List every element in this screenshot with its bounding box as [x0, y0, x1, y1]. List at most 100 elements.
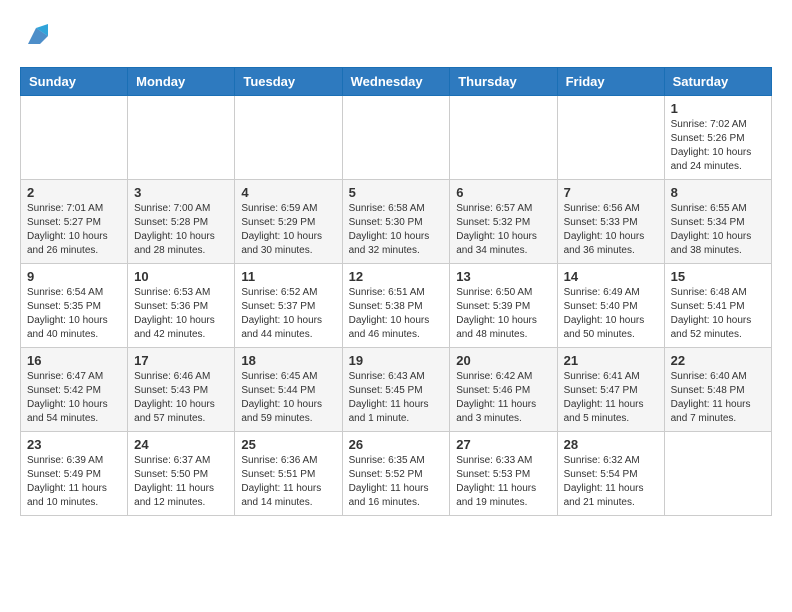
day-cell-13: 8 Sunrise: 6:55 AM Sunset: 5:34 PM Daylig… — [664, 180, 771, 264]
week-row-3: 9 Sunrise: 6:54 AM Sunset: 5:35 PM Daylig… — [21, 264, 772, 348]
day-number: 11 — [241, 269, 335, 284]
day-info: Sunrise: 6:55 AM Sunset: 5:34 PM Dayligh… — [671, 202, 765, 258]
weekday-header-tuesday: Tuesday — [235, 68, 342, 96]
day-cell-0 — [21, 96, 128, 180]
day-cell-32: 27 Sunrise: 6:33 AM Sunset: 5:53 PM Dayli… — [450, 432, 557, 516]
logo-icon — [20, 20, 52, 52]
day-info: Sunrise: 6:33 AM Sunset: 5:53 PM Dayligh… — [456, 454, 550, 510]
day-cell-21: 16 Sunrise: 6:47 AM Sunset: 5:42 PM Dayli… — [21, 348, 128, 432]
day-number: 6 — [456, 185, 550, 200]
weekday-header-monday: Monday — [128, 68, 235, 96]
day-number: 20 — [456, 353, 550, 368]
day-cell-7: 2 Sunrise: 7:01 AM Sunset: 5:27 PM Daylig… — [21, 180, 128, 264]
day-info: Sunrise: 6:49 AM Sunset: 5:40 PM Dayligh… — [564, 286, 658, 342]
day-cell-11: 6 Sunrise: 6:57 AM Sunset: 5:32 PM Daylig… — [450, 180, 557, 264]
day-cell-18: 13Sunrise: 6:50 AM Sunset: 5:39 PM Dayli… — [450, 264, 557, 348]
day-cell-34 — [664, 432, 771, 516]
day-cell-1 — [128, 96, 235, 180]
day-cell-33: 28Sunrise: 6:32 AM Sunset: 5:54 PM Dayli… — [557, 432, 664, 516]
day-number: 16 — [27, 353, 121, 368]
day-number: 7 — [564, 185, 658, 200]
day-cell-6: 1 Sunrise: 7:02 AM Sunset: 5:26 PM Daylig… — [664, 96, 771, 180]
calendar: SundayMondayTuesdayWednesdayThursdayFrid… — [20, 67, 772, 516]
day-info: Sunrise: 6:57 AM Sunset: 5:32 PM Dayligh… — [456, 202, 550, 258]
weekday-header-friday: Friday — [557, 68, 664, 96]
day-info: Sunrise: 6:36 AM Sunset: 5:51 PM Dayligh… — [241, 454, 335, 510]
day-info: Sunrise: 6:59 AM Sunset: 5:29 PM Dayligh… — [241, 202, 335, 258]
calendar-body: 1 Sunrise: 7:02 AM Sunset: 5:26 PM Daylig… — [21, 96, 772, 516]
day-cell-24: 19 Sunrise: 6:43 AM Sunset: 5:45 PM Dayli… — [342, 348, 450, 432]
day-info: Sunrise: 6:43 AM Sunset: 5:45 PM Dayligh… — [349, 370, 444, 426]
header — [20, 20, 772, 57]
day-number: 24 — [134, 437, 228, 452]
day-info: Sunrise: 6:32 AM Sunset: 5:54 PM Dayligh… — [564, 454, 658, 510]
weekday-header-wednesday: Wednesday — [342, 68, 450, 96]
day-info: Sunrise: 6:51 AM Sunset: 5:38 PM Dayligh… — [349, 286, 444, 342]
day-number: 9 — [27, 269, 121, 284]
day-cell-15: 10 Sunrise: 6:53 AM Sunset: 5:36 PM Dayli… — [128, 264, 235, 348]
day-info: Sunrise: 7:01 AM Sunset: 5:27 PM Dayligh… — [27, 202, 121, 258]
day-info: Sunrise: 6:48 AM Sunset: 5:41 PM Dayligh… — [671, 286, 765, 342]
day-info: Sunrise: 6:50 AM Sunset: 5:39 PM Dayligh… — [456, 286, 550, 342]
logo — [20, 20, 56, 57]
day-info: Sunrise: 6:56 AM Sunset: 5:33 PM Dayligh… — [564, 202, 658, 258]
calendar-header: SundayMondayTuesdayWednesdayThursdayFrid… — [21, 68, 772, 96]
day-number: 21 — [564, 353, 658, 368]
week-row-5: 23 Sunrise: 6:39 AM Sunset: 5:49 PM Dayli… — [21, 432, 772, 516]
weekday-header-saturday: Saturday — [664, 68, 771, 96]
week-row-1: 1 Sunrise: 7:02 AM Sunset: 5:26 PM Daylig… — [21, 96, 772, 180]
day-cell-22: 17Sunrise: 6:46 AM Sunset: 5:43 PM Dayli… — [128, 348, 235, 432]
day-cell-19: 14 Sunrise: 6:49 AM Sunset: 5:40 PM Dayli… — [557, 264, 664, 348]
day-number: 19 — [349, 353, 444, 368]
day-cell-17: 12 Sunrise: 6:51 AM Sunset: 5:38 PM Dayli… — [342, 264, 450, 348]
day-cell-4 — [450, 96, 557, 180]
day-number: 1 — [671, 101, 765, 116]
day-number: 10 — [134, 269, 228, 284]
day-cell-25: 20Sunrise: 6:42 AM Sunset: 5:46 PM Dayli… — [450, 348, 557, 432]
day-info: Sunrise: 6:37 AM Sunset: 5:50 PM Dayligh… — [134, 454, 228, 510]
day-number: 23 — [27, 437, 121, 452]
day-info: Sunrise: 7:00 AM Sunset: 5:28 PM Dayligh… — [134, 202, 228, 258]
day-number: 12 — [349, 269, 444, 284]
day-cell-23: 18 Sunrise: 6:45 AM Sunset: 5:44 PM Dayli… — [235, 348, 342, 432]
day-info: Sunrise: 6:52 AM Sunset: 5:37 PM Dayligh… — [241, 286, 335, 342]
day-info: Sunrise: 6:53 AM Sunset: 5:36 PM Dayligh… — [134, 286, 228, 342]
day-cell-16: 11 Sunrise: 6:52 AM Sunset: 5:37 PM Dayli… — [235, 264, 342, 348]
day-cell-12: 7 Sunrise: 6:56 AM Sunset: 5:33 PM Daylig… — [557, 180, 664, 264]
day-cell-3 — [342, 96, 450, 180]
day-number: 18 — [241, 353, 335, 368]
day-info: Sunrise: 6:40 AM Sunset: 5:48 PM Dayligh… — [671, 370, 765, 426]
week-row-4: 16 Sunrise: 6:47 AM Sunset: 5:42 PM Dayli… — [21, 348, 772, 432]
day-cell-10: 5 Sunrise: 6:58 AM Sunset: 5:30 PM Daylig… — [342, 180, 450, 264]
day-number: 2 — [27, 185, 121, 200]
day-cell-29: 24 Sunrise: 6:37 AM Sunset: 5:50 PM Dayli… — [128, 432, 235, 516]
day-cell-9: 4Sunrise: 6:59 AM Sunset: 5:29 PM Daylig… — [235, 180, 342, 264]
day-number: 17 — [134, 353, 228, 368]
weekday-header-sunday: Sunday — [21, 68, 128, 96]
day-cell-26: 21Sunrise: 6:41 AM Sunset: 5:47 PM Dayli… — [557, 348, 664, 432]
day-number: 5 — [349, 185, 444, 200]
day-number: 14 — [564, 269, 658, 284]
day-info: Sunrise: 6:47 AM Sunset: 5:42 PM Dayligh… — [27, 370, 121, 426]
day-info: Sunrise: 6:58 AM Sunset: 5:30 PM Dayligh… — [349, 202, 444, 258]
day-info: Sunrise: 6:35 AM Sunset: 5:52 PM Dayligh… — [349, 454, 444, 510]
day-cell-8: 3Sunrise: 7:00 AM Sunset: 5:28 PM Daylig… — [128, 180, 235, 264]
day-info: Sunrise: 6:45 AM Sunset: 5:44 PM Dayligh… — [241, 370, 335, 426]
week-row-2: 2 Sunrise: 7:01 AM Sunset: 5:27 PM Daylig… — [21, 180, 772, 264]
day-number: 25 — [241, 437, 335, 452]
day-info: Sunrise: 7:02 AM Sunset: 5:26 PM Dayligh… — [671, 118, 765, 174]
day-number: 22 — [671, 353, 765, 368]
day-number: 8 — [671, 185, 765, 200]
day-info: Sunrise: 6:54 AM Sunset: 5:35 PM Dayligh… — [27, 286, 121, 342]
day-cell-31: 26 Sunrise: 6:35 AM Sunset: 5:52 PM Dayli… — [342, 432, 450, 516]
day-cell-2 — [235, 96, 342, 180]
day-cell-27: 22 Sunrise: 6:40 AM Sunset: 5:48 PM Dayli… — [664, 348, 771, 432]
day-cell-28: 23 Sunrise: 6:39 AM Sunset: 5:49 PM Dayli… — [21, 432, 128, 516]
day-number: 27 — [456, 437, 550, 452]
day-number: 26 — [349, 437, 444, 452]
day-cell-20: 15Sunrise: 6:48 AM Sunset: 5:41 PM Dayli… — [664, 264, 771, 348]
day-cell-30: 25 Sunrise: 6:36 AM Sunset: 5:51 PM Dayli… — [235, 432, 342, 516]
weekday-header-thursday: Thursday — [450, 68, 557, 96]
day-cell-14: 9 Sunrise: 6:54 AM Sunset: 5:35 PM Daylig… — [21, 264, 128, 348]
day-info: Sunrise: 6:39 AM Sunset: 5:49 PM Dayligh… — [27, 454, 121, 510]
